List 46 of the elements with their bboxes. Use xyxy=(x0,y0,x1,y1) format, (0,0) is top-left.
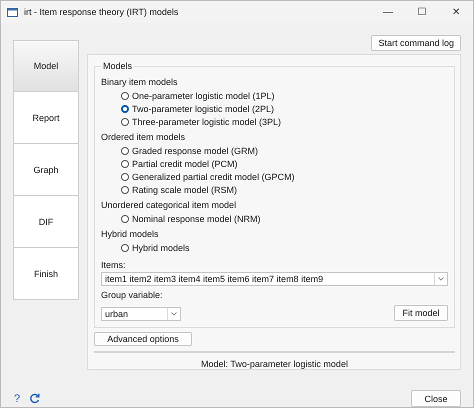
radio-button[interactable] xyxy=(121,92,129,100)
tab[interactable]: Report xyxy=(13,92,79,144)
radio-label: Hybrid models xyxy=(132,242,190,252)
advanced-options-button[interactable]: Advanced options xyxy=(94,332,192,346)
fit-model-button[interactable]: Fit model xyxy=(394,305,448,321)
radio-label: One-parameter logistic model (1PL) xyxy=(132,90,275,100)
minimize-button[interactable]: — xyxy=(371,1,405,23)
window-title: irt - Item response theory (IRT) models xyxy=(24,7,180,17)
field-label: Group variable: xyxy=(101,289,164,302)
tab[interactable]: Graph xyxy=(13,144,79,196)
radio-label: Two-parameter logistic model (2PL) xyxy=(132,104,274,114)
window-icon xyxy=(7,8,18,16)
refresh-icon[interactable] xyxy=(29,393,40,404)
items-field[interactable]: item1 item2 item3 item4 item5 item6 item7 item8 item9 xyxy=(101,272,448,286)
section-label: Hybrid models xyxy=(101,228,160,241)
radio-label: Graded response model (GRM) xyxy=(132,146,258,156)
tab[interactable]: DIF xyxy=(13,196,79,248)
group-variable-dropdown[interactable]: urban xyxy=(101,307,181,321)
radio-label: Partial credit model (PCM) xyxy=(132,158,238,168)
maximize-button[interactable]: ☐ xyxy=(405,1,439,23)
radio-button[interactable] xyxy=(121,104,129,112)
radio-label: Nominal response model (NRM) xyxy=(132,214,261,224)
section-label: Unordered categorical item model xyxy=(101,199,238,212)
tab[interactable]: Model xyxy=(13,40,79,92)
field-label: Items: xyxy=(101,259,127,272)
tab[interactable]: Finish xyxy=(13,248,79,300)
group-title: Models xyxy=(102,61,134,71)
start-command-log-button[interactable]: Start command log xyxy=(371,35,461,51)
chevron-down-icon xyxy=(171,312,177,316)
radio-button[interactable] xyxy=(121,172,129,180)
section-label: Binary item models xyxy=(101,76,179,89)
radio-button[interactable] xyxy=(121,146,129,154)
help-button[interactable]: ? xyxy=(11,392,23,404)
radio-label: Rating scale model (RSM) xyxy=(132,184,238,194)
radio-button[interactable] xyxy=(121,186,129,194)
radio-button[interactable] xyxy=(121,244,129,252)
radio-button[interactable] xyxy=(121,160,129,168)
radio-button[interactable] xyxy=(121,214,129,222)
close-dialog-button[interactable]: Close xyxy=(411,390,461,407)
close-button[interactable]: ✕ xyxy=(439,1,473,23)
section-label: Ordered item models xyxy=(101,131,186,144)
radio-label: Generalized partial credit model (GPCM) xyxy=(132,172,295,182)
radio-label: Three-parameter logistic model (3PL) xyxy=(132,116,282,126)
chevron-down-icon xyxy=(438,277,444,281)
radio-button[interactable] xyxy=(121,118,129,126)
status-text: Model: Two-parameter logistic model xyxy=(200,359,349,369)
